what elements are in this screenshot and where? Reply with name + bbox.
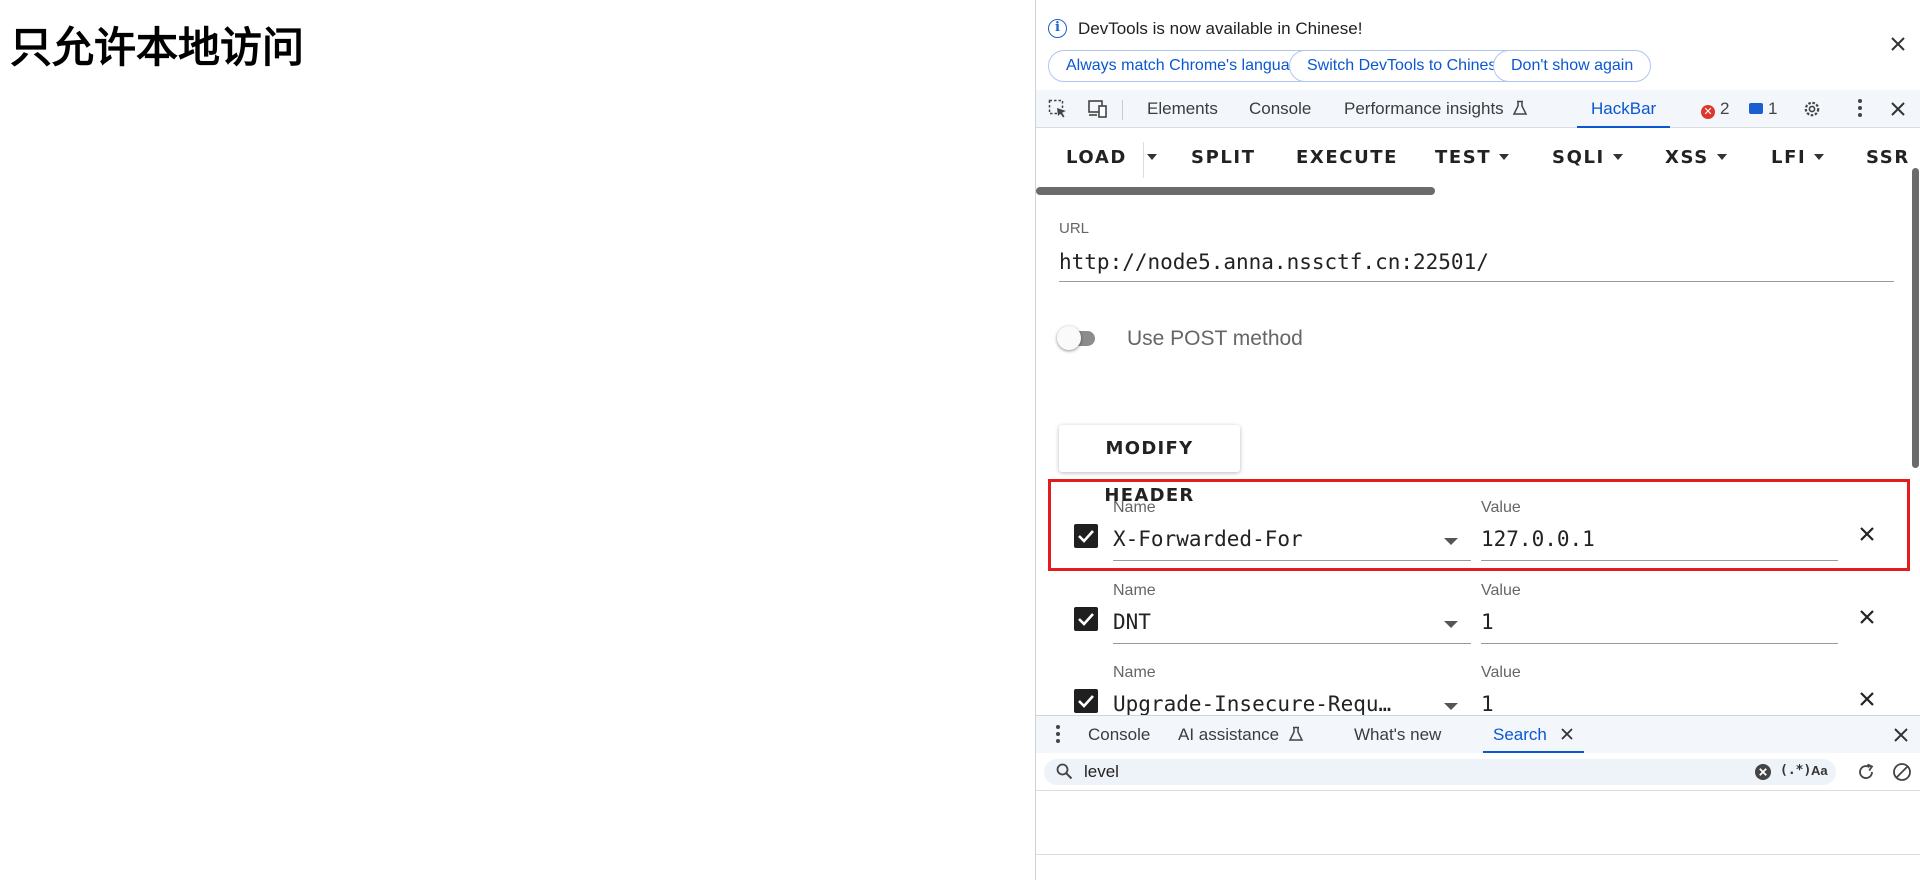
test-menu-button[interactable]: TEST: [1435, 147, 1510, 168]
close-devtools-icon[interactable]: [1888, 99, 1908, 119]
tab-console[interactable]: Console: [1249, 90, 1311, 128]
search-toolbar: level (.*) Aa: [1036, 753, 1920, 791]
clear-results-icon[interactable]: [1892, 762, 1912, 787]
dropdown-arrow-icon[interactable]: [1444, 621, 1458, 628]
lfi-label: LFI: [1771, 147, 1807, 168]
regex-toggle-icon[interactable]: (.*): [1780, 763, 1811, 778]
search-input[interactable]: level: [1084, 762, 1119, 782]
tab-performance-insights[interactable]: Performance insights: [1344, 90, 1528, 128]
modify-header-button[interactable]: MODIFY HEADER: [1059, 425, 1240, 506]
name-underline: [1113, 643, 1471, 644]
lfi-menu-button[interactable]: LFI: [1771, 147, 1825, 168]
split-button[interactable]: SPLIT: [1191, 147, 1256, 168]
sqli-menu-button[interactable]: SQLI: [1552, 147, 1623, 168]
url-underline: [1059, 281, 1894, 282]
scrollbar-thumb[interactable]: [1912, 168, 1919, 468]
more-options-icon[interactable]: [1858, 99, 1862, 117]
xss-label: XSS: [1665, 147, 1709, 168]
url-input[interactable]: http://node5.anna.nssctf.cn:22501/: [1059, 250, 1489, 274]
post-method-label: Use POST method: [1127, 327, 1303, 350]
tab-performance-label: Performance insights: [1344, 99, 1504, 118]
error-count: 2: [1720, 99, 1730, 118]
chevron-down-icon: [1814, 154, 1825, 160]
tab-elements[interactable]: Elements: [1147, 90, 1218, 128]
web-page: 只允许本地访问: [0, 0, 1035, 880]
infobar-close-icon[interactable]: [1887, 33, 1909, 55]
header-name-select[interactable]: Upgrade-Insecure-Requ…: [1113, 692, 1403, 715]
drawer-tabbar: Console AI assistance What's new Search: [1036, 715, 1920, 753]
value-label: Value: [1481, 664, 1521, 681]
clear-search-icon[interactable]: [1754, 763, 1772, 786]
url-label: URL: [1059, 220, 1090, 237]
header-value-input[interactable]: 1: [1481, 610, 1494, 634]
hackbar-toolbar: LOAD SPLIT EXECUTE TEST SQLI XSS LFI SSR…: [1036, 128, 1920, 190]
load-options-dropdown[interactable]: [1147, 147, 1157, 168]
drawer-tab-whats-new[interactable]: What's new: [1354, 716, 1441, 753]
highlight-box: [1048, 479, 1910, 571]
devtools-panel: i DevTools is now available in Chinese! …: [1035, 0, 1920, 880]
switch-to-chinese-button[interactable]: Switch DevTools to Chinese: [1289, 50, 1524, 82]
sqli-label: SQLI: [1552, 147, 1605, 168]
chevron-down-icon: [1147, 154, 1157, 160]
dont-show-again-button[interactable]: Don't show again: [1493, 50, 1652, 82]
header-row: Name Upgrade-Insecure-Requ… Value 1: [1036, 649, 1916, 715]
horizontal-scrollbar[interactable]: [1036, 187, 1435, 195]
message-count: 1: [1768, 99, 1778, 118]
tab-hackbar[interactable]: HackBar: [1576, 90, 1671, 128]
inspect-element-icon[interactable]: [1048, 99, 1068, 119]
header-value-input[interactable]: 1: [1481, 692, 1494, 715]
search-icon: [1056, 763, 1073, 785]
language-infobar: i DevTools is now available in Chinese! …: [1036, 0, 1920, 90]
search-tab-label: Search: [1493, 725, 1547, 744]
error-count-badge[interactable]: ✕ 2: [1701, 90, 1729, 128]
header-name-select[interactable]: DNT: [1113, 610, 1403, 634]
search-results-area: [1036, 791, 1920, 855]
refresh-icon[interactable]: [1856, 762, 1876, 787]
info-icon: i: [1048, 19, 1067, 38]
drawer-tab-ai-assistance[interactable]: AI assistance: [1178, 716, 1304, 753]
toolbar-divider: [1122, 100, 1123, 120]
execute-button[interactable]: EXECUTE: [1296, 147, 1398, 168]
header-enabled-checkbox[interactable]: [1074, 689, 1098, 713]
name-label: Name: [1113, 582, 1156, 599]
dropdown-arrow-icon[interactable]: [1444, 703, 1458, 710]
always-match-language-button[interactable]: Always match Chrome's language: [1048, 50, 1326, 82]
name-label: Name: [1113, 664, 1156, 681]
message-count-badge[interactable]: 1: [1749, 90, 1777, 128]
error-icon: ✕: [1701, 105, 1715, 119]
toggle-knob[interactable]: [1057, 326, 1081, 350]
drawer-tab-console[interactable]: Console: [1088, 716, 1150, 753]
search-box[interactable]: [1044, 759, 1836, 785]
experiment-flask-icon: [1508, 99, 1528, 118]
close-drawer-icon[interactable]: [1891, 725, 1911, 745]
remove-header-close-icon[interactable]: [1855, 605, 1879, 629]
remove-header-close-icon[interactable]: [1855, 687, 1879, 711]
message-icon: [1749, 103, 1763, 114]
close-search-tab-icon[interactable]: [1552, 725, 1574, 744]
load-button[interactable]: LOAD: [1066, 147, 1127, 168]
device-toolbar-icon[interactable]: [1087, 99, 1107, 119]
drawer-tab-search[interactable]: Search: [1483, 716, 1584, 753]
chevron-down-icon: [1716, 154, 1727, 160]
value-underline: [1481, 643, 1838, 644]
toolbar-divider: [1143, 142, 1144, 178]
header-enabled-checkbox[interactable]: [1074, 607, 1098, 631]
test-label: TEST: [1435, 147, 1492, 168]
value-label: Value: [1481, 582, 1521, 599]
settings-gear-icon[interactable]: [1802, 99, 1822, 119]
devtools-tabbar: Elements Console Performance insights Ha…: [1036, 90, 1920, 128]
infobar-message: DevTools is now available in Chinese!: [1078, 19, 1363, 38]
experiment-flask-icon: [1284, 725, 1304, 744]
header-row: Name DNT Value 1: [1036, 567, 1916, 647]
match-case-icon[interactable]: Aa: [1811, 763, 1828, 778]
page-heading: 只允许本地访问: [10, 23, 305, 72]
xss-menu-button[interactable]: XSS: [1665, 147, 1727, 168]
ai-assistance-label: AI assistance: [1178, 725, 1280, 744]
chevron-down-icon: [1612, 154, 1623, 160]
chevron-down-icon: [1499, 154, 1510, 160]
drawer-more-icon[interactable]: [1056, 725, 1060, 743]
